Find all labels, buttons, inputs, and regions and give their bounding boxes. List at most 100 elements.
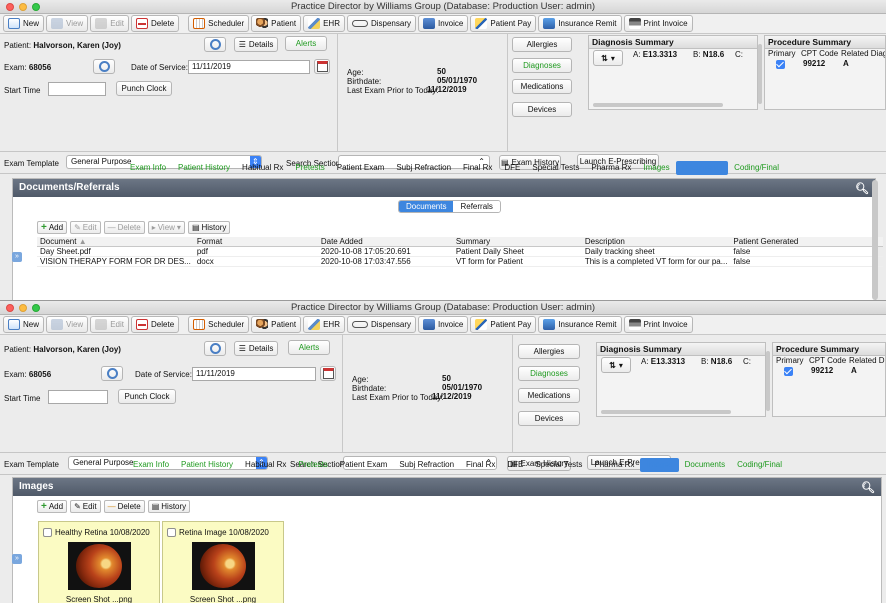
minimize-dot-icon[interactable] <box>19 3 27 11</box>
details-button[interactable]: ☰ Details <box>234 341 278 356</box>
tab-documents[interactable]: Documents <box>679 458 731 472</box>
table-row[interactable]: Day Sheet.pdf pdf 2020-10-08 17:05:20.69… <box>37 246 883 257</box>
exam-search-button[interactable] <box>101 366 123 381</box>
view-button[interactable]: View <box>46 15 89 32</box>
tab-exam-info[interactable]: Exam Info <box>127 458 175 472</box>
vertical-scrollbar[interactable] <box>872 180 878 300</box>
edit-button[interactable]: Edit <box>90 316 130 333</box>
patient-pay-button[interactable]: Patient Pay <box>470 316 537 333</box>
primary-checkbox[interactable] <box>784 366 793 377</box>
add-document-button[interactable]: + Add <box>37 220 68 234</box>
alerts-button[interactable]: Alerts <box>288 340 330 355</box>
search-icon[interactable]: 🔍︎ <box>861 479 875 497</box>
tab-final-rx[interactable]: Final Rx <box>457 161 498 175</box>
tab-coding-final[interactable]: Coding/Final <box>731 458 788 472</box>
tab-pharma-rx[interactable]: Pharma Rx <box>585 161 637 175</box>
close-dot-icon[interactable] <box>6 3 14 11</box>
diagnosis-scrollbar[interactable] <box>601 410 731 414</box>
col-patient-generated[interactable]: Patient Generated <box>730 237 883 247</box>
col-summary[interactable]: Summary <box>452 237 582 247</box>
alerts-button[interactable]: Alerts <box>285 36 327 51</box>
diagnoses-button[interactable]: Diagnoses <box>512 58 572 73</box>
table-row[interactable]: VISION THERAPY FORM FOR DR DES... docx 2… <box>37 256 883 267</box>
print-invoice-button[interactable]: Print Invoice <box>623 15 693 32</box>
delete-document-button[interactable]: — Delete <box>103 220 145 234</box>
tab-patient-exam[interactable]: Patient Exam <box>334 458 394 472</box>
tab-final-rx[interactable]: Final Rx <box>460 458 501 472</box>
tab-coding-final[interactable]: Coding/Final <box>728 161 785 175</box>
tab-subj-refraction[interactable]: Subj Refraction <box>393 458 460 472</box>
view-button[interactable]: View <box>46 316 89 333</box>
date-of-service-input[interactable]: 11/11/2019 <box>188 60 310 74</box>
expand-handle-icon[interactable]: » <box>12 252 22 262</box>
summary-scrollbar[interactable] <box>766 351 770 411</box>
calendar-button[interactable] <box>320 366 336 381</box>
tab-images[interactable]: Images <box>637 161 675 175</box>
delete-button[interactable]: Delete <box>131 316 180 333</box>
edit-button[interactable]: Edit <box>90 15 130 32</box>
col-date-added[interactable]: Date Added <box>317 237 453 247</box>
history-document-button[interactable]: ▤ History <box>187 220 231 234</box>
allergies-button[interactable]: Allergies <box>518 344 580 359</box>
medications-button[interactable]: Medications <box>512 79 572 94</box>
summary-scrollbar[interactable] <box>758 44 762 104</box>
delete-button[interactable]: Delete <box>131 15 180 32</box>
punch-clock-button[interactable]: Punch Clock <box>118 389 176 404</box>
ehr-button[interactable]: EHR <box>303 15 345 32</box>
history-image-button[interactable]: ▤ History <box>147 499 191 513</box>
allergies-button[interactable]: Allergies <box>512 37 572 52</box>
col-document[interactable]: Document ▲ <box>37 237 194 247</box>
image-checkbox[interactable] <box>167 528 176 537</box>
insurance-remit-button[interactable]: Insurance Remit <box>538 316 622 333</box>
tab-habitual-rx[interactable]: Habitual Rx <box>239 458 292 472</box>
edit-document-button[interactable]: ✎ Edit <box>70 220 101 234</box>
devices-button[interactable]: Devices <box>512 102 572 117</box>
view-document-button[interactable]: ▸ View ▾ <box>147 220 185 234</box>
tab-patient-history[interactable]: Patient History <box>175 458 239 472</box>
punch-clock-button[interactable]: Punch Clock <box>116 81 172 96</box>
image-checkbox[interactable] <box>43 528 52 537</box>
scheduler-button[interactable]: Scheduler <box>188 316 250 333</box>
close-dot-icon[interactable] <box>6 304 14 312</box>
image-card[interactable]: Healthy Retina 10/08/2020 Screen Shot ..… <box>38 521 160 603</box>
new-button[interactable]: New <box>3 15 45 32</box>
minimize-dot-icon[interactable] <box>19 304 27 312</box>
patient-button[interactable]: Patient <box>251 316 302 333</box>
add-image-button[interactable]: + Add <box>37 499 68 513</box>
patient-search-button[interactable] <box>204 37 226 52</box>
invoice-button[interactable]: Invoice <box>417 15 469 32</box>
new-button[interactable]: New <box>3 316 45 333</box>
start-time-input[interactable] <box>48 82 106 96</box>
search-icon[interactable]: 🔍︎ <box>855 180 869 198</box>
tab-special-tests[interactable]: Special Tests <box>526 161 585 175</box>
tab-images[interactable]: Images <box>640 458 679 472</box>
print-invoice-button[interactable]: Print Invoice <box>623 316 693 333</box>
segment-documents[interactable]: Documents <box>399 201 454 212</box>
tab-pretests[interactable]: Pretests <box>292 458 333 472</box>
diagnosis-sort-button[interactable]: ⇅ ▾ <box>593 50 623 66</box>
tab-patient-history[interactable]: Patient History <box>172 161 236 175</box>
details-button[interactable]: ☰ Details <box>234 37 278 52</box>
medications-button[interactable]: Medications <box>518 388 580 403</box>
primary-checkbox[interactable] <box>776 59 785 70</box>
expand-handle-icon[interactable]: » <box>12 554 22 564</box>
calendar-button[interactable] <box>314 59 330 74</box>
tab-dfe[interactable]: DFE <box>501 458 529 472</box>
tab-special-tests[interactable]: Special Tests <box>529 458 588 472</box>
dispensary-button[interactable]: Dispensary <box>346 316 416 333</box>
tab-exam-info[interactable]: Exam Info <box>124 161 172 175</box>
tab-documents[interactable]: Documents <box>675 161 729 175</box>
col-format[interactable]: Format <box>193 237 318 247</box>
ehr-button[interactable]: EHR <box>303 316 345 333</box>
devices-button[interactable]: Devices <box>518 411 580 426</box>
scheduler-button[interactable]: Scheduler <box>188 15 250 32</box>
zoom-dot-icon[interactable] <box>32 3 40 11</box>
edit-image-button[interactable]: ✎ Edit <box>70 499 101 513</box>
col-description[interactable]: Description <box>581 237 731 247</box>
diagnosis-sort-button[interactable]: ⇅ ▾ <box>601 357 631 373</box>
start-time-input[interactable] <box>48 390 108 404</box>
patient-search-button[interactable] <box>204 341 226 356</box>
tab-subj-refraction[interactable]: Subj Refraction <box>390 161 457 175</box>
tab-pretests[interactable]: Pretests <box>289 161 330 175</box>
segment-referrals[interactable]: Referrals <box>453 201 500 212</box>
